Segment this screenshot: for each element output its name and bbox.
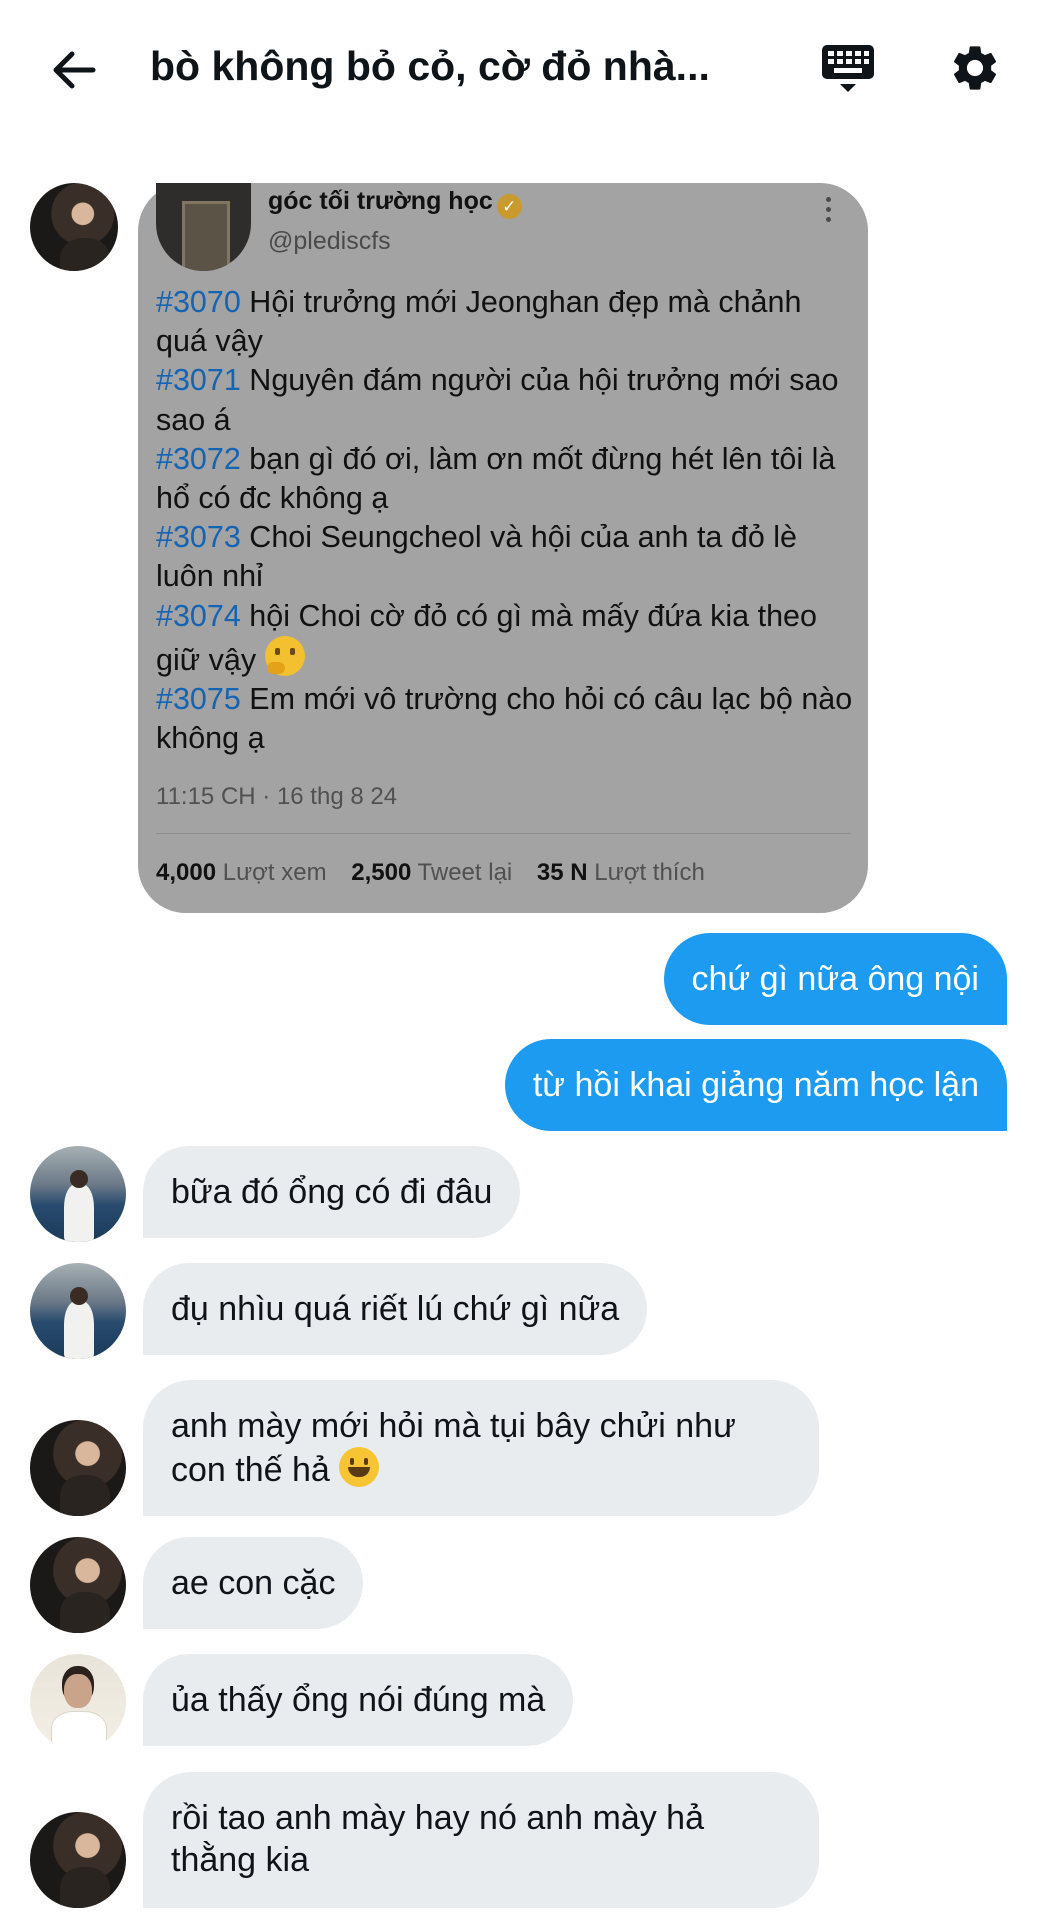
avatar[interactable] xyxy=(30,1263,126,1359)
retweets-label: Tweet lại xyxy=(417,859,513,886)
hashtag[interactable]: #3075 xyxy=(156,682,241,716)
message-text: ủa thấy ổng nói đúng mà xyxy=(171,1681,546,1719)
hashtag[interactable]: #3071 xyxy=(156,363,241,397)
tweet-author-name: góc tối trường học ✓ xyxy=(268,187,522,219)
hashtag[interactable]: #3073 xyxy=(156,520,241,554)
message-bubble-incoming[interactable]: ae con cặc xyxy=(143,1537,364,1629)
hashtag[interactable]: #3072 xyxy=(156,442,241,476)
tweet-line-text: Em mới vô trường cho hỏi có câu lạc bộ n… xyxy=(156,682,853,756)
tweet-line-text: Hội trưởng mới Jeonghan đẹp mà chảnh quá… xyxy=(156,285,802,359)
avatar[interactable] xyxy=(30,183,118,271)
avatar[interactable] xyxy=(30,1146,126,1242)
tweet-line-text: bạn gì đó ơi, làm ơn mốt đừng hét lên tô… xyxy=(156,441,836,516)
tweet-line-text: Choi Seungcheol và hội của anh ta đỏ lè … xyxy=(156,520,798,594)
message-bubble-incoming[interactable]: đụ nhìu quá riết lú chứ gì nữa xyxy=(143,1263,648,1355)
avatar[interactable] xyxy=(30,1537,126,1633)
verified-badge-icon: ✓ xyxy=(496,194,522,219)
keyboard-icon xyxy=(822,45,874,92)
likes-count: 35 N xyxy=(536,859,588,886)
gear-icon xyxy=(953,46,997,90)
tweet-line-text: hội Choi cờ đỏ có gì mà mấy đứa kia theo… xyxy=(156,598,817,677)
thinking-face-emoji-icon xyxy=(264,635,305,676)
tweet-line: #3074 hội Choi cờ đỏ có gì mà mấy đứa ki… xyxy=(156,597,856,680)
message-text: đụ nhìu quá riết lú chứ gì nữa xyxy=(171,1290,620,1328)
hashtag[interactable]: #3074 xyxy=(156,599,241,633)
message-bubble-incoming[interactable]: bữa đó ổng có đi đâu xyxy=(143,1146,521,1238)
message-text: anh mày mới hỏi mà tụi bây chửi như con … xyxy=(171,1407,736,1489)
divider xyxy=(156,833,850,834)
views-count: 4,000 xyxy=(156,859,217,886)
retweets-count: 2,500 xyxy=(351,859,412,886)
views-label: Lượt xem xyxy=(222,859,327,886)
hashtag[interactable]: #3070 xyxy=(156,285,241,319)
message-text: ae con cặc xyxy=(171,1564,336,1602)
tweet-author-name-text: góc tối trường học xyxy=(268,187,493,215)
grinning-face-emoji-icon xyxy=(339,1447,380,1487)
avatar[interactable] xyxy=(30,1420,126,1516)
settings-button[interactable] xyxy=(943,36,1007,100)
message-bubble-incoming[interactable]: rồi tao anh mày hay nó anh mày hả thằng … xyxy=(143,1772,819,1908)
tweet-line: #3070 Hội trưởng mới Jeonghan đẹp mà chả… xyxy=(156,283,856,361)
keyboard-button[interactable] xyxy=(815,36,881,102)
tweet-author-handle: @plediscfs xyxy=(268,227,391,255)
tweet-line: #3075 Em mới vô trường cho hỏi có câu lạ… xyxy=(156,680,856,758)
message-text: bữa đó ổng có đi đâu xyxy=(171,1173,493,1211)
message-bubble-incoming[interactable]: ủa thấy ổng nói đúng mà xyxy=(143,1654,574,1746)
message-bubble-outgoing[interactable]: từ hồi khai giảng năm học lận xyxy=(504,1039,1007,1131)
message-bubble-incoming[interactable]: anh mày mới hỏi mà tụi bây chửi như con … xyxy=(143,1380,819,1516)
shared-tweet-card[interactable]: góc tối trường học ✓ @plediscfs #3070 Hội… xyxy=(138,183,868,913)
tweet-stats: 4,000 Lượt xem 2,500 Tweet lại 35 N Lượt… xyxy=(156,859,705,887)
conversation-title[interactable]: bò không bỏ cỏ, cờ đỏ nhà... xyxy=(150,38,740,94)
chat-header: bò không bỏ cỏ, cờ đỏ nhà... xyxy=(0,0,1040,140)
arrow-left-icon xyxy=(53,51,96,89)
tweet-line: #3071 Nguyên đám người của hội trưởng mớ… xyxy=(156,361,856,439)
message-text: chứ gì nữa ông nội xyxy=(691,960,980,998)
tweet-author-avatar xyxy=(156,183,251,271)
likes-label: Lượt thích xyxy=(594,859,705,886)
tweet-line: #3072 bạn gì đó ơi, làm ơn mốt đừng hét … xyxy=(156,440,856,518)
message-bubble-outgoing[interactable]: chứ gì nữa ông nội xyxy=(663,933,1007,1025)
tweet-line-text: Nguyên đám người của hội trưởng mới sao … xyxy=(156,363,839,437)
avatar[interactable] xyxy=(30,1654,126,1750)
tweet-body: #3070 Hội trưởng mới Jeonghan đẹp mà chả… xyxy=(156,283,856,758)
message-text: rồi tao anh mày hay nó anh mày hả thằng … xyxy=(171,1799,704,1879)
back-button[interactable] xyxy=(44,40,104,100)
tweet-line: #3073 Choi Seungcheol và hội của anh ta … xyxy=(156,518,856,596)
tweet-timestamp: 11:15 CH · 16 thg 8 24 xyxy=(156,783,398,810)
more-options-icon[interactable] xyxy=(818,189,838,229)
avatar[interactable] xyxy=(30,1812,126,1908)
message-text: từ hồi khai giảng năm học lận xyxy=(532,1066,979,1104)
